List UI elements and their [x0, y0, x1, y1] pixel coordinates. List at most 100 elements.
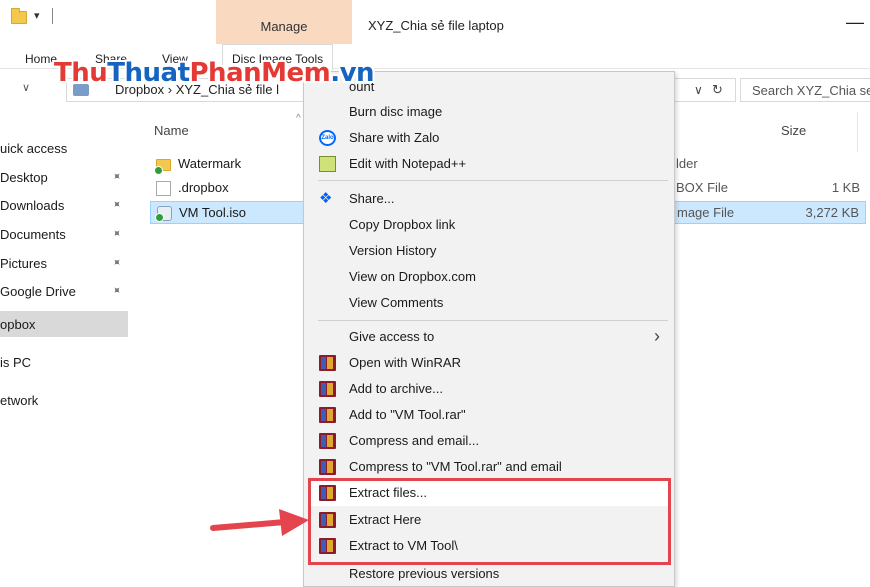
menu-item-label: Compress to "VM Tool.rar" and email — [349, 459, 562, 474]
file-name: Watermark — [178, 156, 242, 171]
menu-item-compress-to-rar-and-email[interactable]: Compress to "VM Tool.rar" and email — [308, 454, 670, 480]
site-watermark: ThuThuatPhanMem.vn — [54, 58, 375, 88]
pin-icon: ✦ — [108, 197, 124, 213]
zalo-icon: Zalo — [319, 130, 336, 146]
title-bar: ▾ Manage XYZ_Chia sẻ file laptop — — [0, 0, 870, 44]
nav-item-label: Documents — [0, 227, 66, 242]
manage-tab-label: Manage — [260, 19, 308, 34]
watermark-part-1: Thu — [54, 58, 108, 88]
nav-item-dropbox[interactable]: opbox — [0, 311, 128, 337]
pin-icon: ✦ — [108, 283, 124, 299]
refresh-icon[interactable]: ↻ — [712, 82, 723, 98]
watermark-part-4: .vn — [330, 58, 375, 88]
menu-item-add-to-rar[interactable]: Add to "VM Tool.rar" — [308, 402, 670, 428]
nav-item-google-drive[interactable]: Google Drive ✦ — [0, 278, 128, 304]
minimize-button[interactable]: — — [846, 12, 864, 33]
notepad-plus-plus-icon — [319, 156, 336, 172]
search-input[interactable]: Search XYZ_Chia se — [740, 78, 870, 102]
menu-item-label: Restore previous versions — [349, 566, 500, 581]
menu-item-label: View on Dropbox.com — [349, 269, 476, 284]
menu-item-copy-dropbox-link[interactable]: Copy Dropbox link — [308, 212, 670, 238]
menu-item-give-access-to[interactable]: Give access to › — [308, 324, 670, 350]
menu-item-label: Share with Zalo — [349, 130, 440, 145]
nav-item-label: uick access — [0, 141, 68, 156]
file-size: 3,272 KB — [805, 205, 860, 220]
menu-separator — [318, 180, 668, 181]
nav-item-downloads[interactable]: Downloads ✦ — [0, 192, 128, 218]
search-placeholder: Search XYZ_Chia se — [752, 83, 870, 98]
menu-item-add-to-archive[interactable]: Add to archive... — [308, 376, 670, 402]
pin-icon: ✦ — [108, 226, 124, 242]
annotation-arrow-icon — [210, 509, 309, 536]
menu-item-burn-disc-image[interactable]: Burn disc image — [308, 99, 670, 125]
nav-item-desktop[interactable]: Desktop ✦ — [0, 164, 128, 190]
file-type: BOX File — [676, 180, 729, 195]
pin-icon: ✦ — [108, 255, 124, 271]
sync-check-icon — [154, 166, 163, 175]
menu-item-view-comments[interactable]: View Comments — [308, 290, 670, 316]
menu-item-label: Add to archive... — [349, 381, 443, 396]
nav-item-quick-access[interactable]: uick access — [0, 135, 128, 161]
winrar-icon — [319, 433, 336, 449]
winrar-icon — [319, 381, 336, 397]
menu-item-label: Edit with Notepad++ — [349, 156, 467, 171]
file-icon — [156, 181, 171, 196]
column-header-size[interactable]: Size — [781, 123, 806, 138]
nav-item-this-pc[interactable]: is PC — [0, 349, 128, 375]
sort-ascending-icon: ^ — [296, 113, 301, 124]
menu-item-label: Copy Dropbox link — [349, 217, 456, 232]
pin-icon: ✦ — [108, 169, 124, 185]
address-dropdown-icon[interactable]: ∨ — [694, 83, 703, 97]
recent-locations-chevron-icon[interactable]: ∨ — [22, 81, 30, 94]
nav-item-label: Desktop — [0, 170, 48, 185]
menu-item-label: Give access to — [349, 329, 435, 344]
manage-tab-group[interactable]: Manage — [216, 0, 352, 44]
menu-item-label: Open with WinRAR — [349, 355, 461, 370]
menu-separator — [318, 320, 668, 321]
sync-check-icon — [155, 213, 164, 222]
nav-item-documents[interactable]: Documents ✦ — [0, 221, 128, 247]
menu-item-share-with-zalo[interactable]: Zalo Share with Zalo — [308, 125, 670, 151]
nav-item-label: etwork — [0, 393, 39, 408]
menu-item-edit-notepad[interactable]: Edit with Notepad++ — [308, 151, 670, 177]
navigation-pane: uick access Desktop ✦ Downloads ✦ Docume… — [0, 110, 130, 587]
submenu-arrow-icon: › — [654, 326, 660, 346]
dropbox-icon: ❖ — [319, 190, 333, 207]
column-divider[interactable] — [857, 112, 858, 152]
column-header-name[interactable]: Name — [154, 123, 189, 138]
nav-item-pictures[interactable]: Pictures ✦ — [0, 250, 128, 276]
menu-item-label: Share... — [349, 191, 395, 206]
menu-item-dropbox-share[interactable]: ❖ Share... — [308, 186, 670, 212]
quick-access-folder-icon[interactable] — [11, 8, 27, 24]
menu-item-open-with-winrar[interactable]: Open with WinRAR — [308, 350, 670, 376]
folder-icon — [154, 159, 171, 175]
nav-item-label: is PC — [0, 355, 32, 370]
winrar-icon — [319, 355, 336, 371]
menu-item-label: Add to "VM Tool.rar" — [349, 407, 466, 422]
winrar-icon — [319, 459, 336, 475]
file-name: VM Tool.iso — [179, 205, 246, 220]
watermark-part-2: Thuat — [107, 58, 190, 88]
menu-item-label: View Comments — [349, 295, 444, 310]
quick-access-dropdown[interactable]: ▾ — [34, 9, 40, 22]
menu-item-view-on-dropbox[interactable]: View on Dropbox.com — [308, 264, 670, 290]
nav-item-label: opbox — [0, 317, 36, 332]
file-type: mage File — [677, 205, 735, 220]
file-size: 1 KB — [831, 180, 860, 195]
menu-item-label: Compress and email... — [349, 433, 480, 448]
file-type: lder — [676, 156, 698, 171]
winrar-icon — [319, 407, 336, 423]
toolbar-separator — [52, 8, 53, 24]
nav-item-label: Pictures — [0, 256, 47, 271]
tab-home[interactable]: Home — [25, 52, 57, 66]
highlight-box — [308, 478, 671, 565]
menu-item-label: Burn disc image — [349, 104, 443, 119]
nav-item-label: Google Drive — [0, 284, 76, 299]
menu-item-version-history[interactable]: Version History — [308, 238, 670, 264]
file-name: .dropbox — [178, 180, 229, 195]
nav-item-label: Downloads — [0, 198, 65, 213]
disc-image-icon — [155, 206, 172, 222]
nav-item-network[interactable]: etwork — [0, 387, 128, 413]
watermark-part-3: PhanMem — [189, 58, 331, 88]
menu-item-compress-and-email[interactable]: Compress and email... — [308, 428, 670, 454]
